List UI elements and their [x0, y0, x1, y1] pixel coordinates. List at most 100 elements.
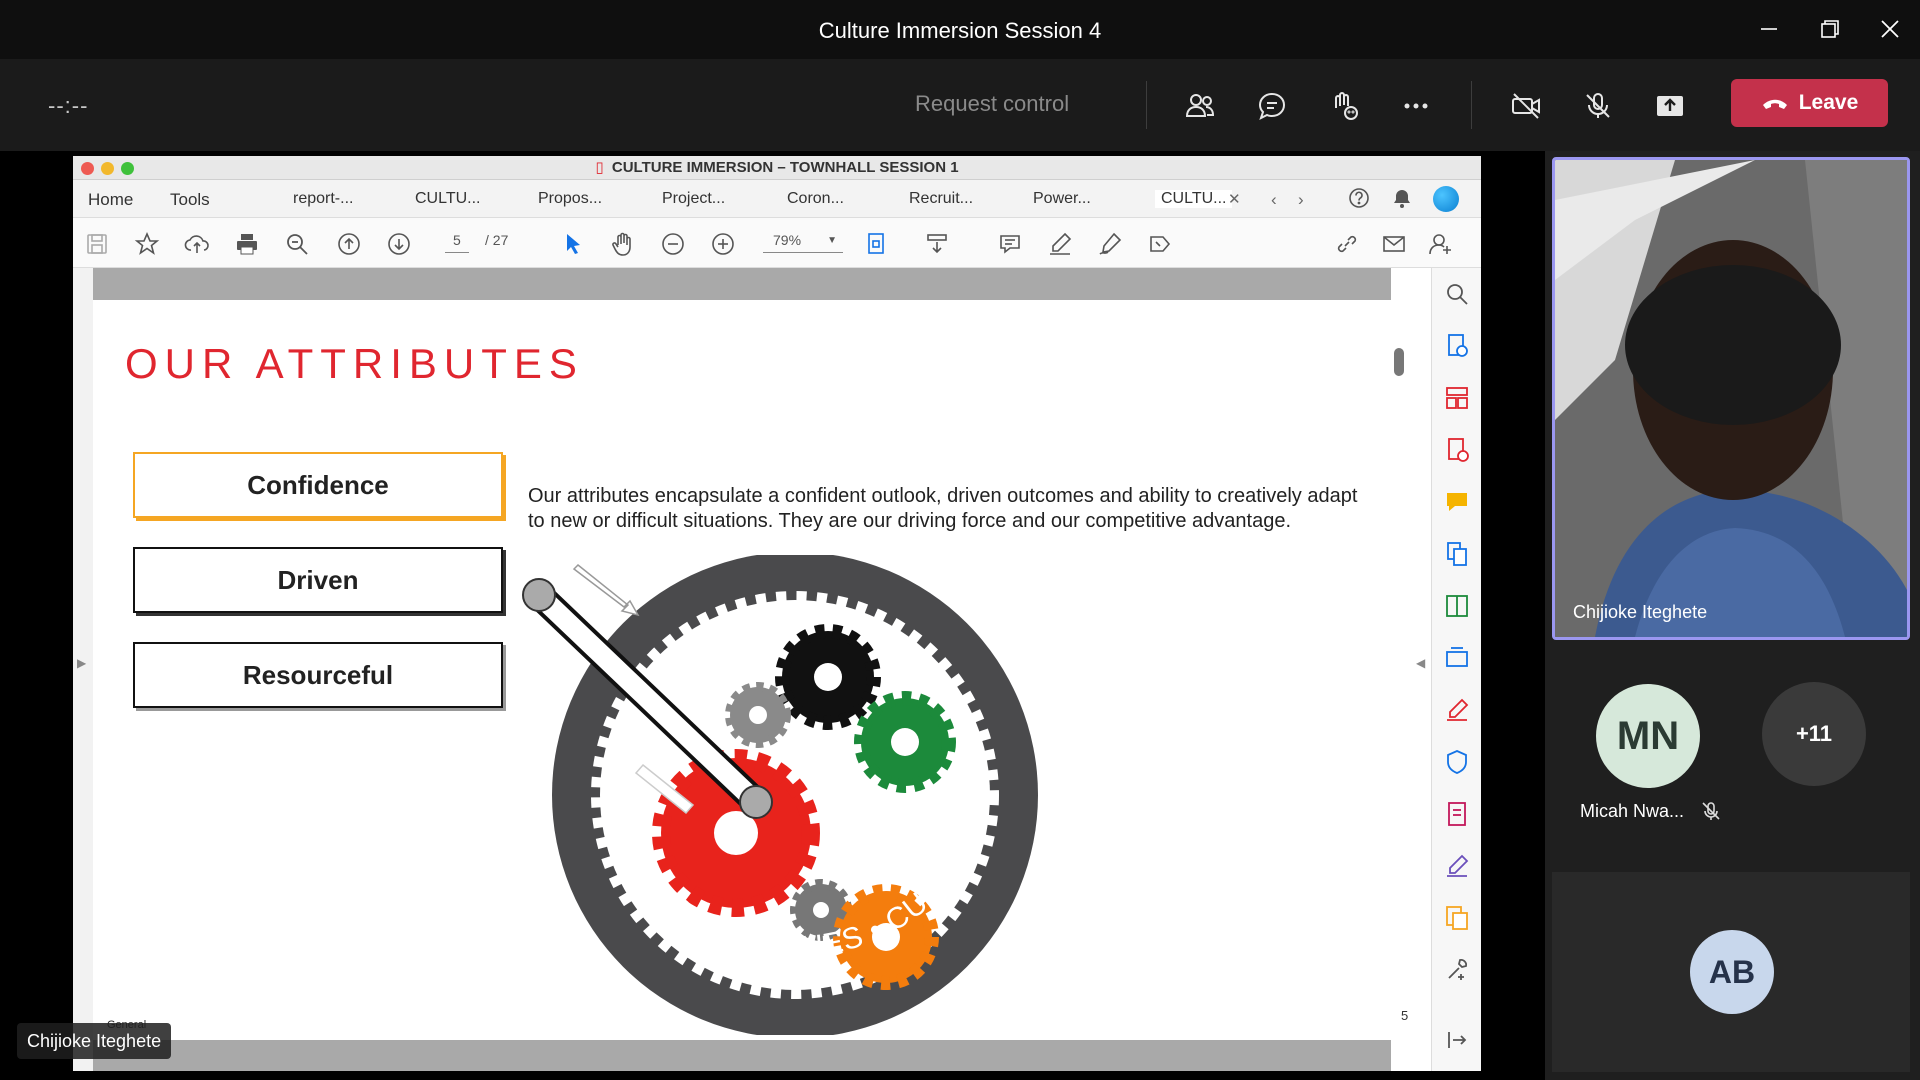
- attribute-box-confidence: Confidence: [133, 452, 503, 518]
- mic-muted-icon: [1700, 800, 1722, 827]
- minimize-dot[interactable]: [101, 162, 114, 175]
- bell-icon[interactable]: [1391, 187, 1413, 214]
- comment-icon[interactable]: [996, 230, 1024, 258]
- document-tab[interactable]: CULTU...: [415, 190, 480, 208]
- export-pdf-icon[interactable]: [1443, 332, 1471, 360]
- close-tab-icon[interactable]: ✕: [1228, 190, 1241, 208]
- help-icon[interactable]: [1348, 187, 1370, 214]
- leave-button[interactable]: Leave: [1731, 79, 1888, 127]
- attributes-description: Our attributes encapsulate a confident o…: [528, 485, 1358, 532]
- email-icon[interactable]: [1380, 230, 1408, 258]
- left-panel-toggle-icon[interactable]: ▶: [77, 656, 86, 670]
- zoom-search-icon[interactable]: [283, 230, 311, 258]
- upload-cloud-icon[interactable]: [183, 230, 211, 258]
- document-viewport[interactable]: ▶ OUR ATTRIBUTES Confidence Driven Resou…: [73, 268, 1425, 1071]
- prepare-form-icon[interactable]: [1443, 800, 1471, 828]
- page-up-icon[interactable]: [335, 230, 363, 258]
- zoom-dot[interactable]: [121, 162, 134, 175]
- meeting-toolbar: --:-- Request control Leave: [0, 59, 1920, 151]
- page-number-input[interactable]: 5: [445, 228, 469, 253]
- active-speaker-video[interactable]: Chijioke Iteghete: [1552, 157, 1910, 640]
- chat-icon[interactable]: [1250, 84, 1294, 128]
- document-title: CULTURE IMMERSION – TOWNHALL SESSION 1: [611, 159, 959, 176]
- acrobat-toolbar: 5 / 27 79% ▼: [73, 218, 1481, 268]
- sensitivity-label: General: [107, 1019, 147, 1031]
- more-participants-badge[interactable]: +11: [1762, 682, 1866, 786]
- collapse-pane-icon[interactable]: [1443, 1026, 1471, 1054]
- document-tab[interactable]: Recruit...: [909, 190, 973, 208]
- gears-illustration: PEOPLE • VALUES • CULTURE: [518, 555, 1038, 1035]
- right-panel-toggle-icon[interactable]: ◀: [1416, 656, 1425, 670]
- print-icon[interactable]: [233, 230, 261, 258]
- scroll-mode-icon[interactable]: [923, 230, 951, 258]
- document-tab[interactable]: report-...: [293, 190, 353, 208]
- share-screen-icon[interactable]: [1648, 84, 1692, 128]
- combine-files-icon[interactable]: [1443, 540, 1471, 568]
- link-share-icon[interactable]: [1333, 230, 1361, 258]
- close-dot[interactable]: [81, 162, 94, 175]
- organize-pages-icon[interactable]: [1443, 384, 1471, 412]
- participant-name-mn: Micah Nwa...: [1580, 801, 1685, 821]
- attribute-box-resourceful: Resourceful: [133, 642, 503, 708]
- fill-sign-icon[interactable]: [1443, 696, 1471, 724]
- document-tab[interactable]: Project...: [662, 190, 725, 208]
- chevron-right-icon[interactable]: ›: [1298, 190, 1304, 210]
- zoom-out-icon[interactable]: [659, 230, 687, 258]
- page-layout-icon[interactable]: [863, 230, 891, 258]
- scrollbar-thumb[interactable]: [1394, 348, 1404, 376]
- select-cursor-icon[interactable]: [559, 230, 587, 258]
- more-options-icon[interactable]: [1394, 84, 1438, 128]
- share-user-icon[interactable]: [1427, 230, 1455, 258]
- star-icon[interactable]: [133, 230, 161, 258]
- close-icon[interactable]: [1873, 12, 1907, 46]
- scan-icon[interactable]: [1443, 644, 1471, 672]
- request-control-button[interactable]: Request control: [915, 91, 1069, 117]
- participants-icon[interactable]: [1178, 84, 1222, 128]
- green-gear-icon: [854, 691, 956, 793]
- slide-title: OUR ATTRIBUTES: [125, 340, 584, 387]
- participant-video-feed: [1555, 160, 1907, 637]
- window-titlebar: Culture Immersion Session 4: [0, 0, 1920, 59]
- comment-tool-icon[interactable]: [1443, 488, 1471, 516]
- toolbar-divider: [1471, 81, 1472, 129]
- draw-icon[interactable]: [1096, 230, 1124, 258]
- avatar-mn[interactable]: MN: [1596, 684, 1700, 788]
- tools-tab[interactable]: Tools: [170, 190, 210, 210]
- reactions-icon[interactable]: [1322, 84, 1366, 128]
- mic-off-icon[interactable]: [1576, 84, 1620, 128]
- document-tab[interactable]: Propos...: [538, 190, 602, 208]
- slide-page-number: 5: [1401, 1008, 1409, 1023]
- zoom-in-icon[interactable]: [709, 230, 737, 258]
- tools-pane: [1431, 268, 1481, 1071]
- page-down-icon[interactable]: [385, 230, 413, 258]
- avatar-ab[interactable]: AB: [1690, 930, 1774, 1014]
- camera-off-icon[interactable]: [1504, 84, 1548, 128]
- document-tab[interactable]: Coron...: [787, 190, 844, 208]
- home-tab[interactable]: Home: [88, 190, 133, 210]
- highlight-pen-icon[interactable]: [1046, 230, 1074, 258]
- send-review-icon[interactable]: [1443, 904, 1471, 932]
- stamp-tool-icon[interactable]: [1146, 230, 1174, 258]
- request-signature-icon[interactable]: [1443, 852, 1471, 880]
- save-icon[interactable]: [83, 230, 111, 258]
- more-tools-icon[interactable]: [1443, 956, 1471, 984]
- acrobat-tabbar: Home Tools report-... CULTU... Propos...…: [73, 180, 1481, 218]
- page-gap: [93, 268, 1391, 300]
- create-pdf-icon[interactable]: [1443, 436, 1471, 464]
- restore-icon[interactable]: [1813, 12, 1847, 46]
- protect-shield-icon[interactable]: [1443, 748, 1471, 776]
- document-tab-active[interactable]: CULTU...: [1155, 190, 1233, 208]
- hang-up-icon: [1762, 99, 1787, 109]
- zoom-value: 79%: [773, 232, 802, 248]
- zoom-select[interactable]: 79% ▼: [763, 228, 843, 253]
- edit-pdf-icon[interactable]: [1443, 592, 1471, 620]
- zoom-find-icon[interactable]: [1443, 280, 1471, 308]
- minimize-icon[interactable]: [1752, 12, 1786, 46]
- page-gap-bottom: [93, 1040, 1391, 1071]
- attribute-box-driven: Driven: [133, 547, 503, 613]
- acrobat-window: ▯ CULTURE IMMERSION – TOWNHALL SESSION 1…: [73, 156, 1481, 1071]
- document-tab[interactable]: Power...: [1033, 190, 1091, 208]
- hand-tool-icon[interactable]: [609, 230, 637, 258]
- chevron-left-icon[interactable]: ‹: [1271, 190, 1277, 210]
- profile-icon[interactable]: [1433, 186, 1459, 212]
